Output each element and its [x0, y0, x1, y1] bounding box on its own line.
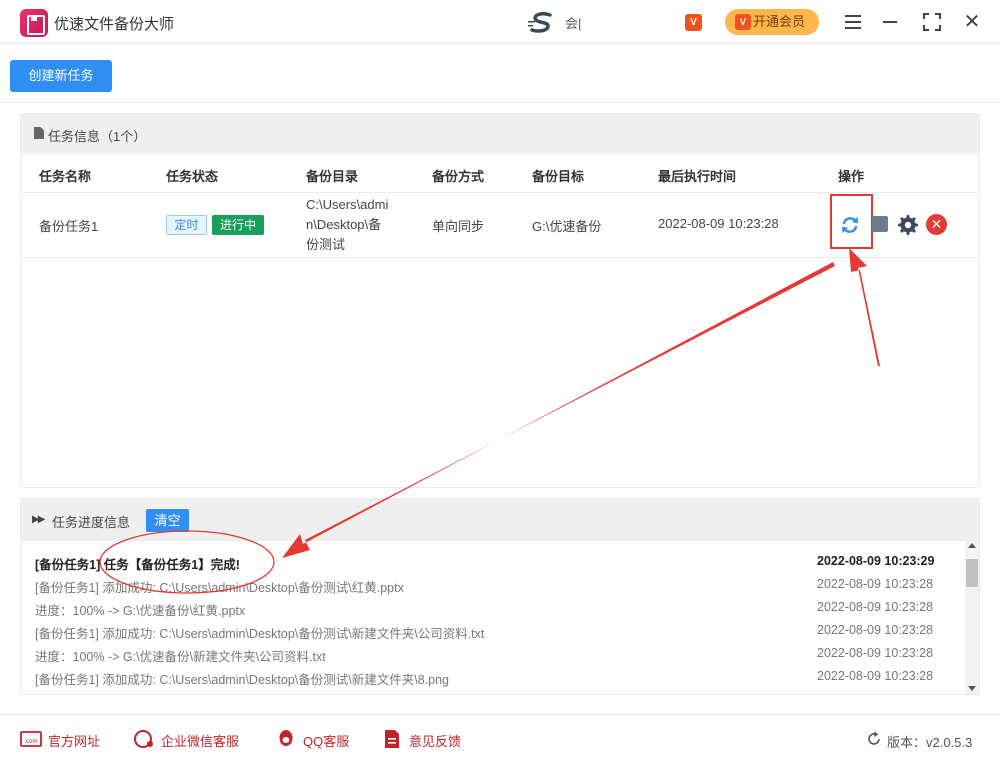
log-time: 2022-08-09 10:23:28 — [817, 577, 934, 591]
close-window-icon[interactable]: ✕ — [960, 10, 984, 34]
source-line: n\Desktop\备 — [306, 217, 382, 232]
footer: .com 官方网址 企业微信客服 QQ客服 意见反馈 版本：v2.0.5.3 — [0, 714, 1000, 760]
column-actions: 操作 — [838, 169, 865, 184]
column-backup-target: 备份目标 — [532, 169, 585, 184]
source-line: 份测试 — [306, 237, 346, 252]
scroll-down-icon[interactable] — [968, 686, 976, 691]
app-logo-icon — [20, 9, 48, 37]
delete-icon[interactable]: ✕ — [926, 214, 947, 235]
website-icon: .com — [20, 731, 42, 747]
gear-icon[interactable] — [897, 214, 919, 236]
list-item: 进度：100% -> G:\优速备份\红黄.pptx 2022-08-09 10… — [35, 598, 935, 620]
source-line: C:\Users\admi — [306, 197, 389, 212]
version-text: 版本：v2.0.5.3 — [887, 735, 973, 750]
document-icon — [34, 127, 44, 139]
log-message: 进度：100% -> G:\优速备份\红黄.pptx — [35, 604, 246, 618]
progress-panel-title: 任务进度信息 — [52, 515, 131, 530]
log-time: 2022-08-09 10:23:28 — [817, 646, 934, 660]
open-vip-button[interactable]: V 开通会员 — [725, 9, 819, 35]
column-task-status: 任务状态 — [166, 169, 219, 184]
source-directory: C:\Users\admi n\Desktop\备 份测试 — [306, 195, 388, 255]
log-time: 2022-08-09 10:23:28 — [817, 669, 934, 683]
footer-link-label: 企业微信客服 — [161, 734, 240, 749]
list-item: [备份任务1] 添加成功: C:\Users\admin\Desktop\备份测… — [35, 575, 935, 597]
column-task-name: 任务名称 — [39, 169, 92, 184]
clear-log-button[interactable]: 清空 — [146, 509, 189, 532]
qq-icon — [279, 730, 293, 746]
user-name[interactable]: 会| — [565, 13, 581, 32]
list-item: 进度：100% -> G:\优速备份\新建文件夹\公司资料.txt 2022-0… — [35, 644, 935, 666]
status-badge-timer: 定时 — [166, 215, 207, 235]
fast-forward-icon[interactable]: ▶▶ — [32, 514, 45, 525]
footer-link-label: 官方网址 — [48, 734, 101, 749]
list-item: [备份任务1] 添加成功: C:\Users\admin\Desktop\备份测… — [35, 621, 935, 643]
vip-badge-icon[interactable]: V — [685, 14, 702, 31]
list-item: [备份任务1] 任务【备份任务1】完成! 2022-08-09 10:23:29 — [35, 552, 935, 574]
column-backup-mode: 备份方式 — [432, 169, 485, 184]
log-time: 2022-08-09 10:23:28 — [817, 600, 934, 614]
feedback-icon — [385, 730, 399, 748]
wechat-work-icon — [134, 730, 153, 748]
svg-text:.com: .com — [24, 739, 37, 745]
task-panel-title: 任务信息（1个） — [48, 129, 147, 144]
table-row[interactable]: 备份任务1 定时 进行中 C:\Users\admi n\Desktop\备 份… — [21, 194, 979, 258]
stop-icon[interactable] — [872, 216, 888, 232]
user-logo-icon — [528, 12, 552, 33]
scroll-thumb[interactable] — [966, 559, 978, 587]
log-message: [备份任务1] 添加成功: C:\Users\admin\Desktop\备份测… — [35, 627, 485, 641]
task-table-header: 任务名称 任务状态 备份目录 备份方式 备份目标 最后执行时间 操作 — [21, 154, 979, 193]
scroll-up-icon[interactable] — [968, 543, 976, 548]
task-info-panel: 任务信息（1个） 任务名称 任务状态 备份目录 备份方式 备份目标 最后执行时间… — [20, 113, 980, 488]
column-source-dir: 备份目录 — [306, 169, 359, 184]
progress-panel-header: ▶▶ 任务进度信息 清空 — [21, 499, 979, 541]
create-task-button[interactable]: 创建新任务 — [10, 60, 112, 92]
open-vip-label: 开通会员 — [753, 14, 806, 29]
footer-link-label: 意见反馈 — [409, 734, 462, 749]
fullscreen-icon[interactable] — [920, 10, 944, 34]
log-scrollbar[interactable] — [965, 541, 979, 694]
vip-icon: V — [735, 14, 751, 30]
title-bar: 优速文件备份大师 会| V V 开通会员 ✕ — [0, 0, 1000, 44]
sync-icon[interactable] — [839, 214, 861, 236]
footer-link-label: QQ客服 — [303, 734, 350, 749]
column-last-run: 最后执行时间 — [658, 169, 737, 184]
minimize-icon[interactable] — [878, 10, 902, 34]
log-time: 2022-08-09 10:23:29 — [817, 554, 935, 568]
refresh-icon[interactable] — [866, 731, 882, 747]
app-title: 优速文件备份大师 — [54, 16, 175, 33]
progress-info-panel: ▶▶ 任务进度信息 清空 [备份任务1] 任务【备份任务1】完成! 2022-0… — [20, 498, 980, 695]
backup-target: G:\优速备份 — [532, 219, 602, 234]
status-badge-running: 进行中 — [212, 215, 264, 235]
log-message: [备份任务1] 任务【备份任务1】完成! — [35, 558, 240, 572]
log-message: [备份任务1] 添加成功: C:\Users\admin\Desktop\备份测… — [35, 673, 449, 687]
list-item: [备份任务1] 添加成功: C:\Users\admin\Desktop\备份测… — [35, 667, 935, 689]
menu-icon[interactable] — [841, 10, 865, 34]
last-run-time: 2022-08-09 10:23:28 — [658, 216, 779, 231]
backup-mode: 单向同步 — [432, 219, 485, 234]
task-name: 备份任务1 — [39, 219, 99, 234]
log-message: 进度：100% -> G:\优速备份\新建文件夹\公司资料.txt — [35, 650, 326, 664]
log-message: [备份任务1] 添加成功: C:\Users\admin\Desktop\备份测… — [35, 581, 404, 595]
toolbar: 创建新任务 — [0, 45, 1000, 103]
log-list: [备份任务1] 任务【备份任务1】完成! 2022-08-09 10:23:29… — [21, 541, 965, 694]
log-time: 2022-08-09 10:23:28 — [817, 623, 934, 637]
task-panel-header: 任务信息（1个） — [21, 114, 979, 154]
